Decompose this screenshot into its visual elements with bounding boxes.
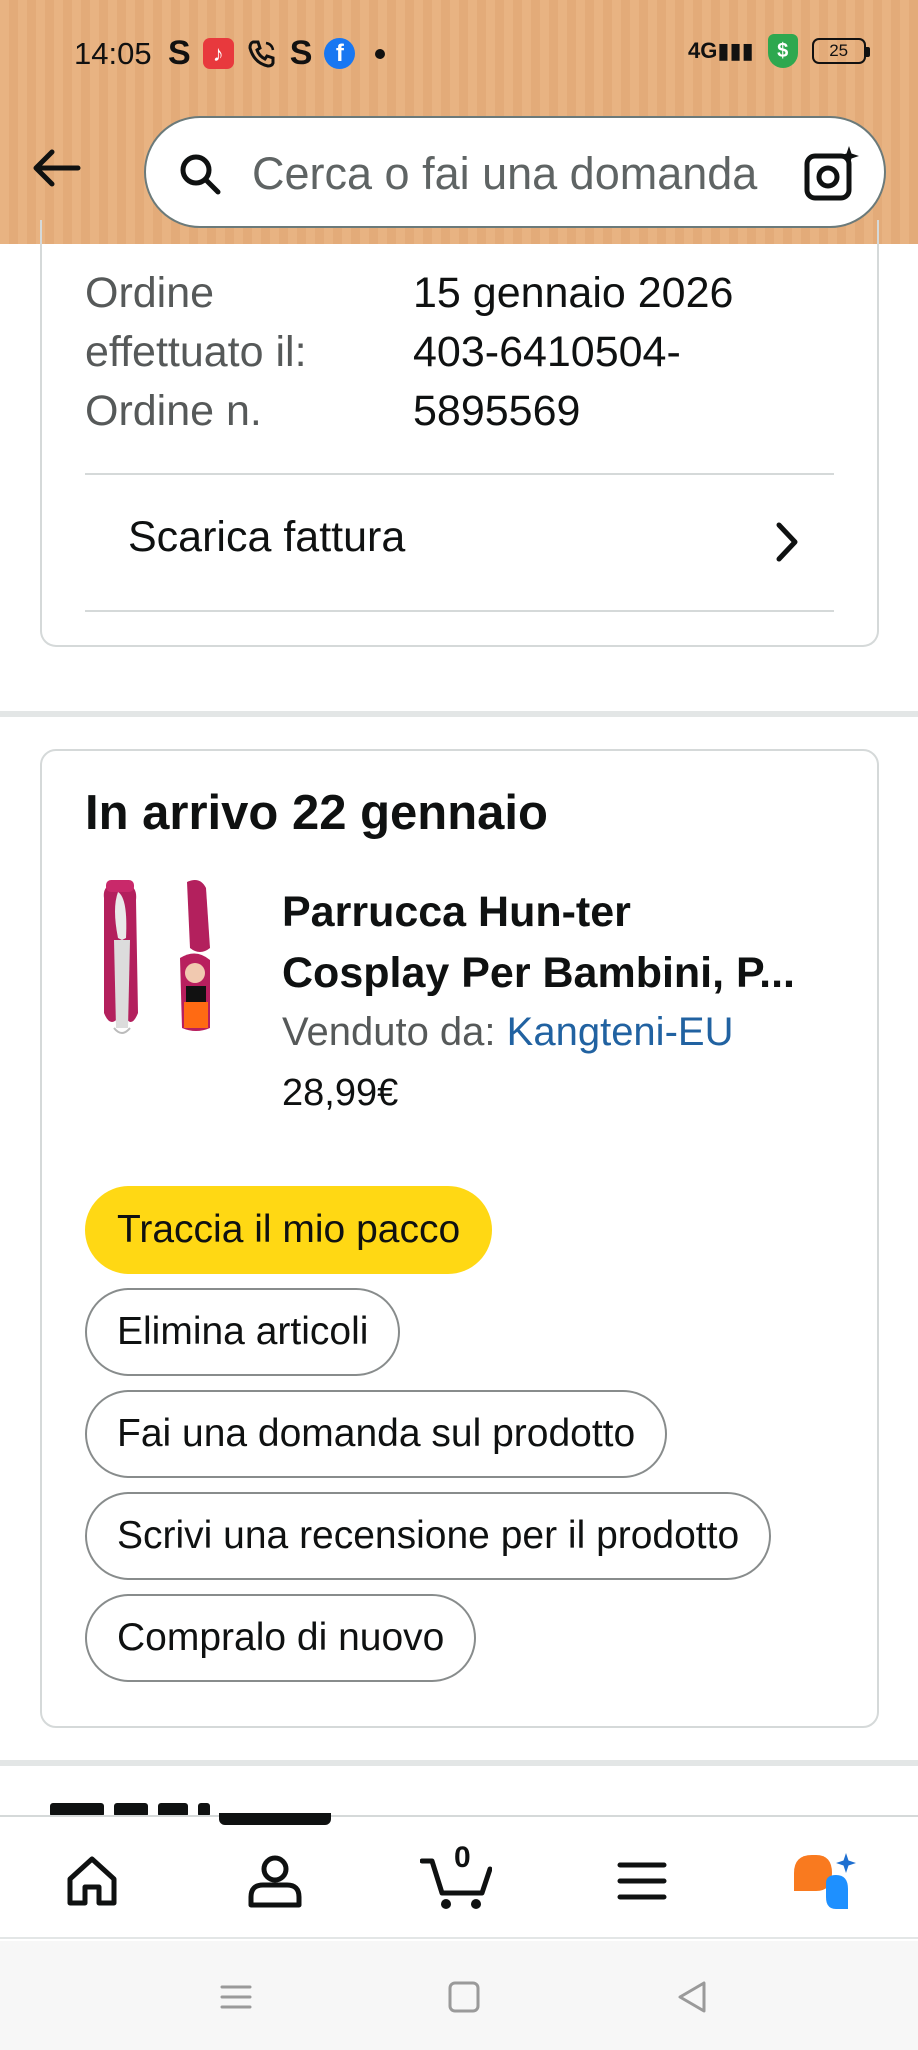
order-date-label-2: effettuato il: xyxy=(85,328,307,376)
security-shield-icon: $ xyxy=(767,34,798,68)
download-invoice-label: Scarica fattura xyxy=(128,513,406,561)
amazon-order-details-screen: 14:05 S ♪ S f 4G▮▮▮ $ 25 Cerca o fai una… xyxy=(0,0,918,2050)
seller-link[interactable]: Kangteni-EU xyxy=(507,1010,734,1054)
buy-again-button[interactable]: Compralo di nuovo xyxy=(85,1594,477,1682)
product-title-line2: Cosplay Per Bambini, P... xyxy=(282,949,795,997)
music-icon: ♪ xyxy=(202,38,234,69)
download-invoice-row[interactable]: Scarica fattura xyxy=(85,475,834,611)
product-title[interactable]: Parrucca Hun-ter Cosplay Per Bambini, P.… xyxy=(282,882,842,1004)
menu-icon[interactable] xyxy=(612,1851,672,1911)
cart-count-badge: 0 xyxy=(454,1841,471,1874)
ask-question-button[interactable]: Fai una domanda sul prodotto xyxy=(85,1390,668,1478)
back-arrow-icon[interactable] xyxy=(28,140,84,196)
account-icon[interactable] xyxy=(245,1851,305,1911)
notification-icons: S ♪ S f xyxy=(168,34,386,73)
seller-info: Venduto da: Kangteni-EU xyxy=(282,1010,733,1055)
system-status-icons: 4G▮▮▮ $ 25 xyxy=(688,34,870,68)
section-separator-2 xyxy=(0,1760,918,1766)
recent-apps-icon[interactable] xyxy=(216,1977,256,2017)
home-icon[interactable] xyxy=(62,1851,122,1911)
product-thumbnail[interactable] xyxy=(92,878,242,1043)
order-number-value-2: 5895569 xyxy=(413,387,581,435)
order-date-value: 15 gennaio 2026 xyxy=(413,269,734,317)
arrival-heading: In arrivo 22 gennaio xyxy=(85,786,548,840)
status-time: 14:05 xyxy=(74,36,152,71)
search-icon xyxy=(180,154,221,195)
section-separator xyxy=(0,711,918,717)
delete-items-button[interactable]: Elimina articoli xyxy=(85,1288,401,1376)
system-navigation-bar xyxy=(0,1941,918,2050)
divider-2 xyxy=(85,610,834,612)
battery-icon: 25 xyxy=(811,38,870,64)
order-number-label: Ordine n. xyxy=(85,387,262,435)
signal-icon: 4G▮▮▮ xyxy=(688,38,754,63)
track-package-button[interactable]: Traccia il mio pacco xyxy=(85,1186,493,1274)
order-number-value: 403-6410504- xyxy=(413,328,681,376)
app-header: 14:05 S ♪ S f 4G▮▮▮ $ 25 xyxy=(0,0,918,244)
phone-icon xyxy=(248,40,275,68)
bottom-navigation xyxy=(0,1815,918,1939)
search-bar[interactable] xyxy=(144,116,886,228)
camera-lens-icon[interactable] xyxy=(802,144,862,204)
s-app-icon-2: S xyxy=(289,34,313,72)
status-bar: 14:05 S ♪ S f 4G▮▮▮ $ 25 xyxy=(0,0,918,106)
s-app-icon: S xyxy=(168,34,191,72)
chevron-right-icon xyxy=(776,522,798,562)
product-title-line1: Parrucca Hun-ter xyxy=(282,888,631,936)
order-date-label: Ordine xyxy=(85,269,215,317)
rufus-icon[interactable] xyxy=(790,1851,860,1913)
more-notifications-dot xyxy=(375,48,386,59)
product-price: 28,99€ xyxy=(282,1072,399,1114)
home-button-icon[interactable] xyxy=(444,1977,484,2017)
search-input[interactable] xyxy=(252,146,772,202)
write-review-button[interactable]: Scrivi una recensione per il prodotto xyxy=(85,1492,772,1580)
active-tab-indicator xyxy=(219,1813,331,1825)
seller-prefix: Venduto da: xyxy=(282,1010,507,1054)
facebook-icon: f xyxy=(324,38,356,69)
back-button-icon[interactable] xyxy=(672,1977,712,2017)
